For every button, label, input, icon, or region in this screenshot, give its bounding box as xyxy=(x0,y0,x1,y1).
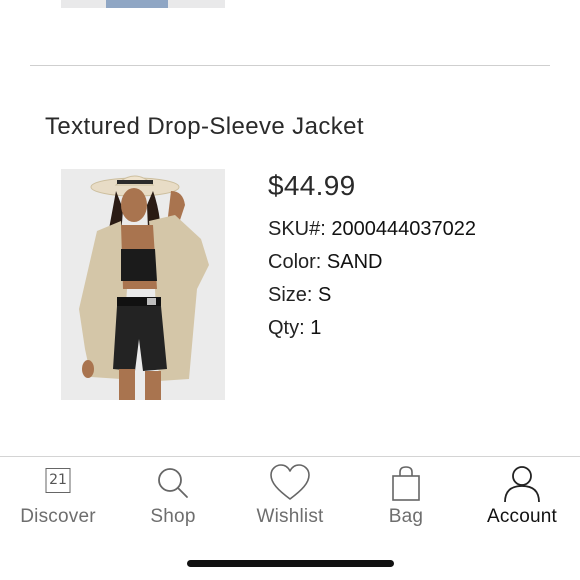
heart-icon xyxy=(270,464,310,500)
tab-bar-divider xyxy=(0,456,580,457)
tab-shop-label: Shop xyxy=(150,506,196,527)
sku-value: 2000444037022 xyxy=(331,218,476,240)
tab-discover-label: Discover xyxy=(20,506,96,527)
tab-shop[interactable]: Shop xyxy=(115,460,231,540)
color-label: Color: xyxy=(268,251,327,273)
color-value: SAND xyxy=(326,251,383,273)
calendar-icon: 21 xyxy=(45,468,71,493)
item-size: Size: S xyxy=(268,284,331,307)
product-photo xyxy=(61,169,225,400)
tab-bag-label: Bag xyxy=(388,506,424,527)
item-sku: SKU#: 2000444037022 xyxy=(268,218,476,241)
item-divider xyxy=(30,65,550,66)
tab-bag[interactable]: Bag xyxy=(348,460,464,540)
order-details-page: Textured Drop-Sleeve Jacket $44.99 SKU#:… xyxy=(0,0,580,580)
qty-label: Qty: xyxy=(268,317,311,339)
previous-item-image[interactable] xyxy=(61,0,225,8)
tab-account-label: Account xyxy=(486,506,558,527)
qty-value: 1 xyxy=(310,317,322,339)
tab-account[interactable]: Account xyxy=(464,460,580,540)
item-qty: Qty: 1 xyxy=(268,317,321,340)
user-icon xyxy=(504,466,540,503)
sku-label: SKU#: xyxy=(268,218,332,240)
item-title[interactable]: Textured Drop-Sleeve Jacket xyxy=(45,113,364,141)
item-price: $44.99 xyxy=(268,170,356,201)
item-color: Color: SAND xyxy=(268,251,382,274)
size-value: S xyxy=(318,284,332,306)
search-icon xyxy=(158,468,188,498)
tab-discover[interactable]: 21 Discover xyxy=(0,460,116,540)
product-image[interactable] xyxy=(61,169,225,400)
previous-item-jeans xyxy=(106,0,168,8)
tab-wishlist[interactable]: Wishlist xyxy=(232,460,348,540)
size-label: Size: xyxy=(268,284,319,306)
home-indicator[interactable] xyxy=(187,560,394,567)
bag-icon xyxy=(392,466,420,501)
tab-wishlist-label: Wishlist xyxy=(256,506,324,527)
